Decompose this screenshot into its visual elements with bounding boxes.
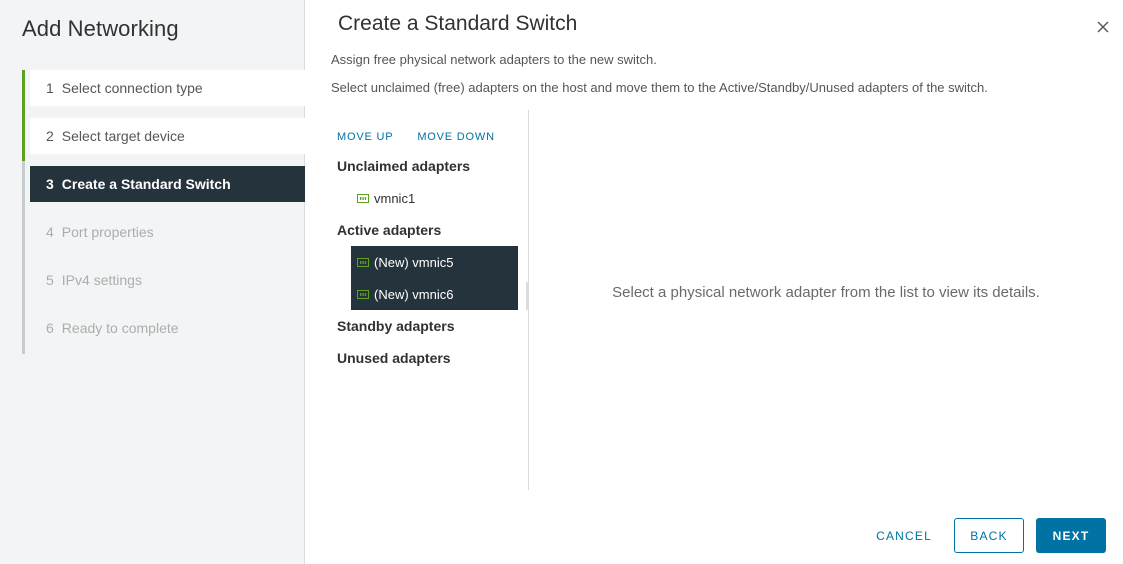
back-button[interactable]: BACK: [954, 518, 1024, 553]
step-select-target-device[interactable]: 2 Select target device: [30, 118, 305, 154]
step-select-connection-type[interactable]: 1 Select connection type: [30, 70, 305, 106]
adapter-name: (New) vmnic5: [374, 254, 454, 270]
step-port-properties: 4 Port properties: [30, 214, 305, 250]
step-number: 6: [46, 320, 54, 336]
adapter-item-vmnic6[interactable]: (New) vmnic6: [351, 278, 518, 310]
move-down-button[interactable]: MOVE DOWN: [417, 131, 494, 143]
step-label: IPv4 settings: [61, 272, 142, 288]
wizard-content: Create a Standard Switch Assign free phy…: [305, 0, 1123, 564]
adapter-item-vmnic5[interactable]: (New) vmnic5: [351, 246, 518, 278]
page-subtitle: Assign free physical network adapters to…: [331, 52, 657, 67]
step-label: Select connection type: [61, 80, 203, 96]
wizard-title: Add Networking: [22, 16, 179, 41]
step-label: Select target device: [61, 128, 185, 144]
next-button[interactable]: NEXT: [1036, 518, 1106, 553]
step-number: 3: [46, 176, 54, 192]
network-adapter-icon: [357, 193, 369, 203]
wizard-footer: CANCEL BACK NEXT: [866, 518, 1106, 553]
steps-progress-done: [22, 70, 25, 161]
step-ready-to-complete: 6 Ready to complete: [30, 310, 305, 346]
adapter-toolbar: MOVE UP MOVE DOWN: [331, 124, 528, 150]
adapter-item-vmnic1[interactable]: vmnic1: [331, 182, 528, 214]
active-adapters-label: Active adapters: [337, 222, 442, 238]
close-icon: [1097, 21, 1109, 33]
unclaimed-adapters-label: Unclaimed adapters: [337, 158, 471, 174]
adapter-name: (New) vmnic6: [374, 286, 454, 302]
move-up-button[interactable]: MOVE UP: [337, 131, 393, 143]
wizard-sidebar: Add Networking 1 Select connection type …: [0, 0, 305, 564]
network-adapter-icon: [357, 257, 369, 267]
network-adapter-icon: [357, 289, 369, 299]
page-instructions: Select unclaimed (free) adapters on the …: [331, 80, 988, 95]
wizard-steps: 1 Select connection type 2 Select target…: [22, 70, 305, 358]
standby-adapters-label: Standby adapters: [337, 318, 455, 334]
adapter-name: vmnic1: [374, 190, 416, 206]
step-ipv4-settings: 5 IPv4 settings: [30, 262, 305, 298]
step-label: Ready to complete: [61, 320, 179, 336]
unused-adapters-label: Unused adapters: [337, 350, 451, 366]
cancel-button[interactable]: CANCEL: [866, 518, 942, 553]
close-button[interactable]: [1094, 18, 1112, 36]
step-number: 5: [46, 272, 54, 288]
adapter-details-placeholder: Select a physical network adapter from t…: [612, 284, 1040, 301]
adapter-list: MOVE UP MOVE DOWN Unclaimed adapters vmn…: [331, 124, 528, 374]
step-number: 1: [46, 80, 54, 96]
step-number: 4: [46, 224, 54, 240]
step-label: Create a Standard Switch: [61, 176, 231, 192]
page-title: Create a Standard Switch: [338, 12, 578, 35]
step-number: 2: [46, 128, 54, 144]
step-label: Port properties: [61, 224, 154, 240]
step-create-standard-switch[interactable]: 3 Create a Standard Switch: [30, 166, 305, 202]
